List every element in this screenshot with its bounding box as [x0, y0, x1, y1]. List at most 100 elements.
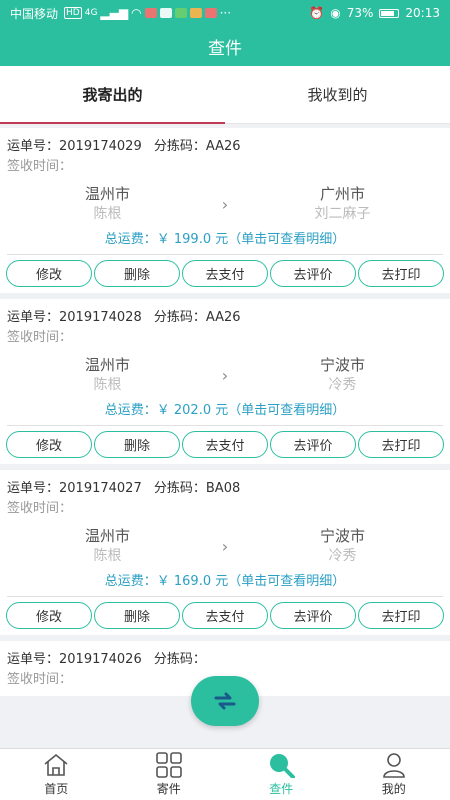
pay-button[interactable]: 去支付 [182, 602, 268, 629]
pay-button[interactable]: 去支付 [182, 431, 268, 458]
edit-button[interactable]: 修改 [6, 602, 92, 629]
route-row: 温州市 陈根 › 宁波市 冷秀 [0, 519, 450, 567]
action-row: 修改 删除 去支付 去评价 去打印 [0, 255, 450, 287]
page-title: 查件 [208, 38, 242, 59]
waybill-number: 2019174026 [59, 652, 142, 667]
fee-amount: ￥ 199.0 元 [156, 232, 229, 247]
battery-percent: 73% [346, 6, 374, 20]
destination-city: 宁波市 [319, 356, 365, 374]
sign-time: 签收时间： [7, 159, 73, 174]
fee-hint: （单击可查看明细） [228, 232, 346, 247]
destination-city: 广州市 [319, 185, 365, 203]
sort-code-label: 分拣码： [153, 481, 206, 496]
sort-code: AA26 [205, 310, 241, 325]
route-row: 温州市 陈根 › 广州市 刘二麻子 [0, 177, 450, 225]
location-icon: ◉ [330, 6, 341, 20]
delete-button[interactable]: 删除 [94, 260, 180, 287]
print-button[interactable]: 去打印 [358, 602, 444, 629]
notification-icon [159, 8, 172, 18]
shipment-list[interactable]: 运单号：2019174029 分拣码：AA26 签收时间： 温州市 陈根 › 广… [0, 128, 450, 748]
signal-icon: ▂▄▆ [100, 6, 129, 20]
user-icon [382, 753, 405, 778]
waybill-label: 运单号： [7, 139, 60, 154]
origin: 温州市 陈根 [0, 184, 215, 224]
search-icon [270, 754, 296, 778]
print-button[interactable]: 去打印 [358, 260, 444, 287]
action-row: 修改 删除 去支付 去评价 去打印 [0, 597, 450, 629]
waybill-line: 运单号：2019174028 分拣码：AA26 [0, 299, 450, 328]
tab-label: 我收到的 [307, 86, 368, 104]
waybill-line: 运单号：2019174026 分拣码： [0, 641, 450, 670]
sender-name: 陈根 [93, 548, 122, 564]
signal-indicators: HD 4G ▂▄▆ ◠ ··· [64, 6, 231, 20]
sign-time: 签收时间： [7, 330, 73, 345]
refresh-icon [214, 692, 236, 710]
fee-link[interactable]: 总运费：￥ 202.0 元（单击可查看明细） [7, 396, 443, 426]
sort-code: AA26 [205, 139, 241, 154]
status-bar: 中国移动 HD 4G ▂▄▆ ◠ ··· ⏰ ◉ 73% 20:13 [0, 0, 450, 26]
refresh-fab[interactable] [191, 676, 259, 726]
sort-code-label: 分拣码： [153, 310, 206, 325]
alarm-icon: ⏰ [309, 6, 325, 20]
fee-link[interactable]: 总运费：￥ 169.0 元（单击可查看明细） [7, 567, 443, 597]
receiver-name: 冷秀 [328, 377, 357, 393]
delete-button[interactable]: 删除 [94, 602, 180, 629]
shipment-card[interactable]: 运单号：2019174029 分拣码：AA26 签收时间： 温州市 陈根 › 广… [0, 128, 450, 293]
receiver-name: 冷秀 [328, 548, 357, 564]
fee-hint: （单击可查看明细） [228, 574, 346, 589]
home-icon [44, 753, 68, 776]
notification-icon [189, 8, 202, 18]
nav-profile[interactable]: 我的 [338, 749, 450, 800]
shipment-card[interactable]: 运单号：2019174027 分拣码：BA08 签收时间： 温州市 陈根 › 宁… [0, 470, 450, 635]
nav-label: 寄件 [156, 782, 181, 796]
notification-icon [174, 8, 187, 18]
fee-link[interactable]: 总运费：￥ 199.0 元（单击可查看明细） [7, 225, 443, 255]
action-row: 修改 删除 去支付 去评价 去打印 [0, 426, 450, 458]
origin-city: 温州市 [84, 185, 130, 203]
waybill-line: 运单号：2019174027 分拣码：BA08 [0, 470, 450, 499]
print-button[interactable]: 去打印 [358, 431, 444, 458]
tab-label: 我寄出的 [82, 86, 143, 104]
nav-send[interactable]: 寄件 [113, 749, 226, 800]
waybill-number: 2019174028 [59, 310, 142, 325]
origin: 温州市 陈根 [0, 526, 215, 566]
edit-button[interactable]: 修改 [6, 260, 92, 287]
fee-label: 总运费： [104, 232, 157, 247]
fee-amount: ￥ 169.0 元 [156, 574, 229, 589]
shipment-card[interactable]: 运单号：2019174028 分拣码：AA26 签收时间： 温州市 陈根 › 宁… [0, 299, 450, 464]
tab-received[interactable]: 我收到的 [225, 66, 450, 123]
edit-button[interactable]: 修改 [6, 431, 92, 458]
carrier-name: 中国移动 [10, 6, 59, 21]
nav-track[interactable]: 查件 [225, 749, 338, 800]
sender-name: 陈根 [93, 206, 122, 222]
review-button[interactable]: 去评价 [270, 260, 356, 287]
nav-home[interactable]: 首页 [0, 749, 113, 800]
review-button[interactable]: 去评价 [270, 602, 356, 629]
fee-amount: ￥ 202.0 元 [156, 403, 229, 418]
delete-button[interactable]: 删除 [94, 431, 180, 458]
receiver-name: 刘二麻子 [314, 206, 371, 222]
network-type: 4G [84, 8, 98, 18]
destination-city: 宁波市 [319, 527, 365, 545]
sort-code-label: 分拣码： [153, 652, 206, 667]
waybill-label: 运单号： [7, 481, 60, 496]
review-button[interactable]: 去评价 [270, 431, 356, 458]
tab-sent[interactable]: 我寄出的 [0, 66, 225, 124]
chevron-right-icon: › [221, 194, 229, 214]
waybill-label: 运单号： [7, 310, 60, 325]
chevron-right-icon: › [221, 536, 229, 556]
origin-city: 温州市 [84, 527, 130, 545]
hd-badge: HD [64, 7, 82, 19]
sort-code-label: 分拣码： [153, 139, 206, 154]
notification-icon [204, 8, 217, 18]
route-row: 温州市 陈根 › 宁波市 冷秀 [0, 348, 450, 396]
pay-button[interactable]: 去支付 [182, 260, 268, 287]
more-notifications: ··· [219, 6, 232, 20]
destination: 宁波市 冷秀 [235, 355, 450, 395]
fee-label: 总运费： [104, 574, 157, 589]
nav-label: 我的 [381, 782, 406, 796]
grid-icon [155, 752, 182, 778]
notification-icon [144, 8, 157, 18]
destination: 广州市 刘二麻子 [235, 184, 450, 224]
tab-bar: 我寄出的 我收到的 [0, 66, 450, 124]
